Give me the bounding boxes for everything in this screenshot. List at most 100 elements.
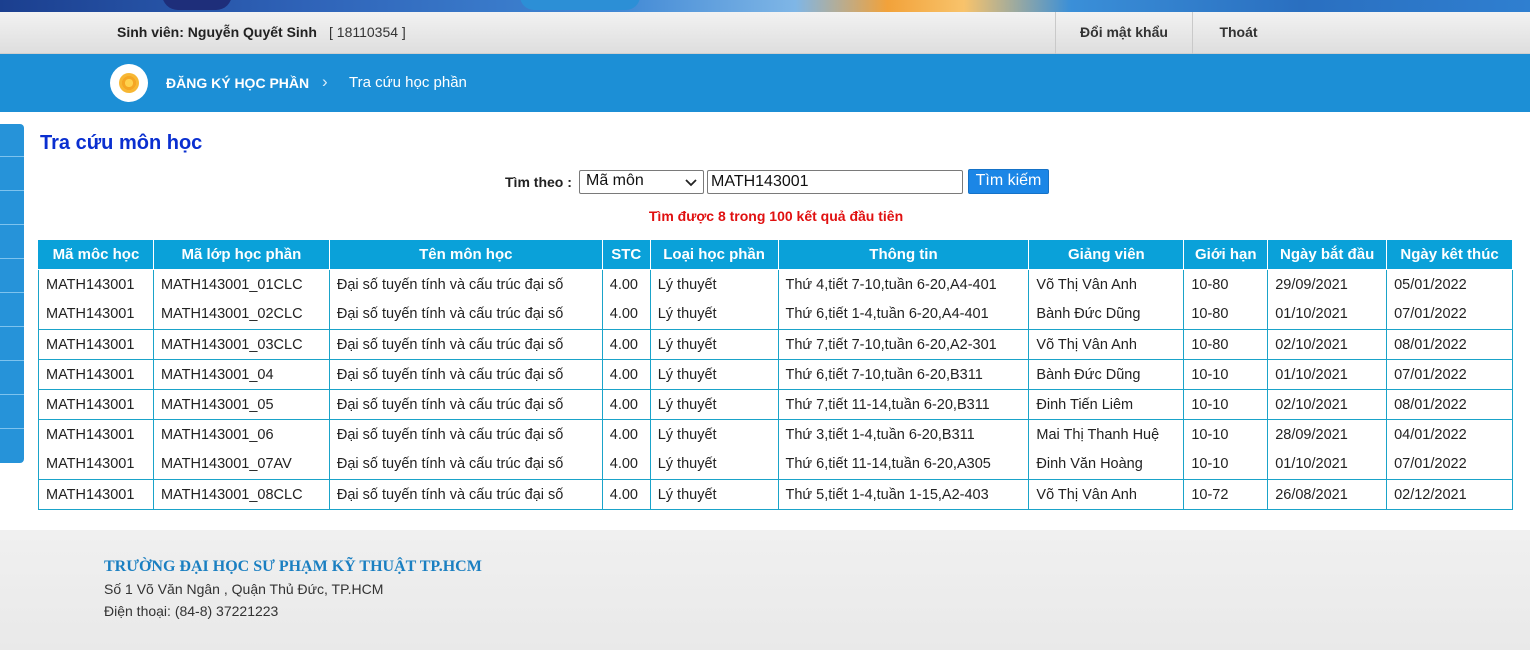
table-cell: Lý thuyết	[649, 299, 779, 330]
table-cell: MATH143001_05	[152, 389, 330, 420]
banner-decoration	[520, 0, 640, 10]
table-cell: 10-80	[1183, 329, 1269, 360]
table-cell: Thứ 3,tiết 1-4,tuần 6-20,B311	[777, 419, 1030, 450]
table-cell: 10-10	[1183, 449, 1269, 480]
table-cell: Thứ 4,tiết 7-10,tuần 6-20,A4-401	[777, 269, 1030, 300]
course-results-table: Mã môc học Mã lớp học phần Tên môn học S…	[38, 239, 1513, 510]
table-cell: 4.00	[601, 329, 651, 360]
table-row[interactable]: MATH143001 MATH143001_08CLC Đại số tuyến t…	[38, 479, 1513, 510]
column-header: Tên môn học	[328, 239, 603, 270]
table-cell: 07/01/2022	[1386, 299, 1513, 330]
side-menu-divider	[0, 360, 24, 361]
user-bar: Sinh viên: Nguyễn Quyết Sinh [ 18110354 …	[0, 12, 1530, 54]
table-cell: 4.00	[601, 299, 651, 330]
search-field-select[interactable]: Mã môn	[579, 170, 704, 194]
table-row[interactable]: MATH143001 MATH143001_01CLC Đại số tuyến t…	[38, 269, 1513, 300]
side-menu-divider	[0, 156, 24, 157]
table-cell: Thứ 6,tiết 7-10,tuần 6-20,B311	[777, 359, 1030, 390]
search-input[interactable]	[707, 170, 963, 194]
table-cell: 4.00	[601, 479, 651, 510]
table-cell: Lý thuyết	[649, 479, 779, 510]
search-button[interactable]: Tìm kiếm	[968, 169, 1049, 194]
column-header: STC	[601, 239, 651, 270]
table-cell: 08/01/2022	[1386, 389, 1513, 420]
table-cell: 10-10	[1183, 389, 1269, 420]
side-menu-divider	[0, 224, 24, 225]
table-cell: MATH143001_06	[152, 419, 330, 450]
student-name: Sinh viên: Nguyễn Quyết Sinh	[117, 24, 317, 40]
table-cell: Võ Thị Vân Anh	[1028, 479, 1185, 510]
table-cell: 4.00	[601, 449, 651, 480]
table-row[interactable]: MATH143001 MATH143001_04 Đại số tuyến tính…	[38, 359, 1513, 390]
breadcrumb-course-registration[interactable]: ĐĂNG KÝ HỌC PHẦN	[166, 75, 309, 91]
search-by-label: Tìm theo :	[505, 174, 572, 190]
table-cell: 05/01/2022	[1386, 269, 1513, 300]
table-cell: 01/10/2021	[1267, 359, 1388, 390]
table-row[interactable]: MATH143001 MATH143001_02CLC Đại số tuyến t…	[38, 299, 1513, 330]
side-menu-divider	[0, 258, 24, 259]
table-cell: Bành Đức Dũng	[1028, 359, 1185, 390]
chevron-right-icon: ›	[322, 72, 328, 91]
table-cell: Đinh Tiến Liêm	[1028, 389, 1185, 420]
table-cell: MATH143001_03CLC	[152, 329, 330, 360]
table-cell: Bành Đức Dũng	[1028, 299, 1185, 330]
table-cell: Võ Thị Vân Anh	[1028, 329, 1185, 360]
table-cell: Đại số tuyến tính và cấu trúc đại số	[328, 449, 603, 480]
table-cell: Lý thuyết	[649, 269, 779, 300]
table-cell: 26/08/2021	[1267, 479, 1388, 510]
table-cell: 10-10	[1183, 419, 1269, 450]
nav-bar: ĐĂNG KÝ HỌC PHẦN › Tra cứu học phần	[0, 54, 1530, 112]
table-row[interactable]: MATH143001 MATH143001_07AV Đại số tuyến tí…	[38, 449, 1513, 480]
table-cell: Thứ 6,tiết 1-4,tuần 6-20,A4-401	[777, 299, 1030, 330]
table-cell: MATH143001	[38, 389, 154, 420]
table-cell: MATH143001_04	[152, 359, 330, 390]
table-cell: Lý thuyết	[649, 449, 779, 480]
table-cell: 02/10/2021	[1267, 329, 1388, 360]
top-banner	[0, 0, 1530, 12]
table-cell: MATH143001	[38, 419, 154, 450]
table-cell: Đại số tuyến tính và cấu trúc đại số	[328, 419, 603, 450]
table-cell: MATH143001	[38, 329, 154, 360]
table-cell: Thứ 7,tiết 11-14,tuần 6-20,B311	[777, 389, 1030, 420]
side-menu-divider	[0, 326, 24, 327]
column-header: Loại học phần	[649, 239, 779, 270]
chevron-down-icon	[685, 179, 697, 187]
footer-phone: Điện thoại: (84-8) 37221223	[104, 603, 279, 619]
table-cell: 4.00	[601, 269, 651, 300]
footer-address: Số 1 Võ Văn Ngân , Quận Thủ Đức, TP.HCM	[104, 581, 384, 597]
column-header: Mã lớp học phần	[152, 239, 330, 270]
side-menu-divider	[0, 428, 24, 429]
column-header: Giới hạn	[1183, 239, 1269, 270]
table-cell: 4.00	[601, 389, 651, 420]
table-cell: 01/10/2021	[1267, 299, 1388, 330]
table-cell: MATH143001_07AV	[152, 449, 330, 480]
table-row[interactable]: MATH143001 MATH143001_03CLC Đại số tuyến t…	[38, 329, 1513, 360]
column-header: Giảng viên	[1028, 239, 1185, 270]
result-count-note: Tìm được 8 trong 100 kết quả đầu tiên	[648, 208, 904, 224]
table-cell: 07/01/2022	[1386, 359, 1513, 390]
table-cell: 07/01/2022	[1386, 449, 1513, 480]
flower-logo-icon[interactable]	[110, 64, 148, 102]
footer-school-name: TRƯỜNG ĐẠI HỌC SƯ PHẠM KỸ THUẬT TP.HCM	[104, 558, 482, 575]
table-cell: Lý thuyết	[649, 359, 779, 390]
logout-link[interactable]: Thoát	[1192, 12, 1284, 54]
table-cell: Thứ 6,tiết 11-14,tuần 6-20,A305	[777, 449, 1030, 480]
table-cell: Lý thuyết	[649, 389, 779, 420]
column-header: Thông tin	[777, 239, 1030, 270]
column-header: Mã môc học	[38, 239, 154, 270]
table-cell: Đại số tuyến tính và cấu trúc đại số	[328, 299, 603, 330]
table-cell: MATH143001_08CLC	[152, 479, 330, 510]
search-field-selected-value: Mã môn	[586, 172, 644, 189]
table-cell: MATH143001	[38, 269, 154, 300]
table-cell: 04/01/2022	[1386, 419, 1513, 450]
table-cell: 28/09/2021	[1267, 419, 1388, 450]
table-row[interactable]: MATH143001 MATH143001_06 Đại số tuyến tính…	[38, 419, 1513, 450]
change-password-link[interactable]: Đổi mật khẩu	[1055, 12, 1192, 54]
table-cell: Đại số tuyến tính và cấu trúc đại số	[328, 359, 603, 390]
table-row[interactable]: MATH143001 MATH143001_05 Đại số tuyến tính…	[38, 389, 1513, 420]
table-cell: 01/10/2021	[1267, 449, 1388, 480]
table-cell: 02/12/2021	[1386, 479, 1513, 510]
table-cell: Đại số tuyến tính và cấu trúc đại số	[328, 329, 603, 360]
table-cell: Đại số tuyến tính và cấu trúc đại số	[328, 269, 603, 300]
table-cell: MATH143001_01CLC	[152, 269, 330, 300]
